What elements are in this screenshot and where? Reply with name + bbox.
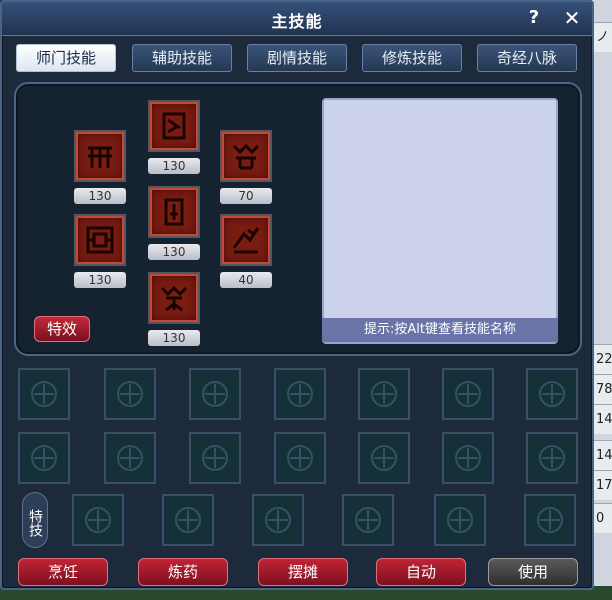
slot-emblem-icon xyxy=(202,381,228,407)
special-skill-label: 特技 xyxy=(22,492,48,548)
slot-emblem-icon xyxy=(117,445,143,471)
skill-icon[interactable] xyxy=(74,214,126,266)
background-text: 78 xyxy=(594,374,612,404)
slot-emblem-icon xyxy=(455,445,481,471)
tab-meridians[interactable]: 奇经八脉 xyxy=(477,44,577,72)
skill-glyph-icon xyxy=(232,227,260,254)
window-title: 主技能 xyxy=(271,12,323,31)
use-button[interactable]: 使用 xyxy=(488,558,578,586)
slot-emblem-icon xyxy=(455,381,481,407)
skill-glyph-icon xyxy=(164,198,184,226)
slot-emblem-icon xyxy=(31,381,57,407)
cooking-button[interactable]: 烹饪 xyxy=(18,558,108,586)
skill-glyph-icon xyxy=(162,112,186,140)
hint-text: 提示:按Alt键查看技能名称 xyxy=(322,318,558,342)
skill-glyph-icon xyxy=(88,146,112,168)
skill-level: 70 xyxy=(220,188,272,204)
skill-slot[interactable] xyxy=(18,432,70,484)
skill-slot[interactable] xyxy=(189,368,241,420)
slot-emblem-icon xyxy=(355,507,381,533)
skill-glyph-icon xyxy=(160,285,188,312)
skill-icon[interactable] xyxy=(148,100,200,152)
skill-icon[interactable] xyxy=(74,130,126,182)
skill-slot[interactable] xyxy=(189,432,241,484)
skill-glyph-icon xyxy=(86,226,114,254)
slot-emblem-icon xyxy=(371,381,397,407)
background-text: 17 xyxy=(594,470,612,500)
slot-emblem-icon xyxy=(539,445,565,471)
slot-emblem-icon xyxy=(265,507,291,533)
skill-info-box xyxy=(322,98,558,344)
skill-glyph-icon xyxy=(232,143,260,170)
skill-icon[interactable] xyxy=(148,186,200,238)
skill-slot[interactable] xyxy=(274,368,326,420)
slot-emblem-icon xyxy=(175,507,201,533)
alchemy-button[interactable]: 炼药 xyxy=(138,558,228,586)
slot-emblem-icon xyxy=(287,445,313,471)
title-bar[interactable]: 主技能 ? ✕ xyxy=(2,2,592,36)
close-icon[interactable]: ✕ xyxy=(560,6,584,30)
skill-level: 40 xyxy=(220,272,272,288)
background-text: 22 xyxy=(594,344,612,374)
special-skill-slot[interactable] xyxy=(252,494,304,546)
skill-slot[interactable] xyxy=(442,368,494,420)
slot-emblem-icon xyxy=(537,507,563,533)
slot-emblem-icon xyxy=(539,381,565,407)
slot-emblem-icon xyxy=(447,507,473,533)
background-text: 14 xyxy=(594,440,612,470)
tab-assist-skills[interactable]: 辅助技能 xyxy=(132,44,232,72)
auto-button[interactable]: 自动 xyxy=(376,558,466,586)
main-skill-window: 主技能 ? ✕ 师门技能 辅助技能 剧情技能 修炼技能 奇经八脉 130 130… xyxy=(0,0,594,590)
tab-sect-skills[interactable]: 师门技能 xyxy=(16,44,116,72)
skill-icon[interactable] xyxy=(220,130,272,182)
background-text: 14 xyxy=(594,404,612,434)
slot-emblem-icon xyxy=(202,445,228,471)
special-skill-slot[interactable] xyxy=(524,494,576,546)
skill-slot[interactable] xyxy=(526,432,578,484)
skill-level: 130 xyxy=(148,158,200,174)
effect-button[interactable]: 特效 xyxy=(34,316,90,342)
skill-slot[interactable] xyxy=(274,432,326,484)
slot-emblem-icon xyxy=(31,445,57,471)
skill-slot[interactable] xyxy=(104,432,156,484)
skill-level: 130 xyxy=(74,188,126,204)
slot-emblem-icon xyxy=(117,381,143,407)
special-skill-slot[interactable] xyxy=(434,494,486,546)
skill-slot[interactable] xyxy=(526,368,578,420)
skill-level: 130 xyxy=(148,330,200,346)
tab-cultivation-skills[interactable]: 修炼技能 xyxy=(362,44,462,72)
skill-level: 130 xyxy=(74,272,126,288)
help-icon[interactable]: ? xyxy=(522,6,546,30)
tab-story-skills[interactable]: 剧情技能 xyxy=(247,44,347,72)
skill-icon[interactable] xyxy=(148,272,200,324)
slot-emblem-icon xyxy=(85,507,111,533)
skill-slot[interactable] xyxy=(358,368,410,420)
skill-level: 130 xyxy=(148,244,200,260)
special-skill-slot[interactable] xyxy=(342,494,394,546)
skill-slot[interactable] xyxy=(442,432,494,484)
skill-slot[interactable] xyxy=(18,368,70,420)
skill-slot[interactable] xyxy=(358,432,410,484)
skill-slot[interactable] xyxy=(104,368,156,420)
skill-icon[interactable] xyxy=(220,214,272,266)
stall-button[interactable]: 摆摊 xyxy=(258,558,348,586)
background-text: ノ xyxy=(594,22,612,52)
slot-emblem-icon xyxy=(287,381,313,407)
slot-emblem-icon xyxy=(371,445,397,471)
special-skill-slot[interactable] xyxy=(72,494,124,546)
special-skill-slot[interactable] xyxy=(162,494,214,546)
background-text: 0 xyxy=(594,503,612,533)
